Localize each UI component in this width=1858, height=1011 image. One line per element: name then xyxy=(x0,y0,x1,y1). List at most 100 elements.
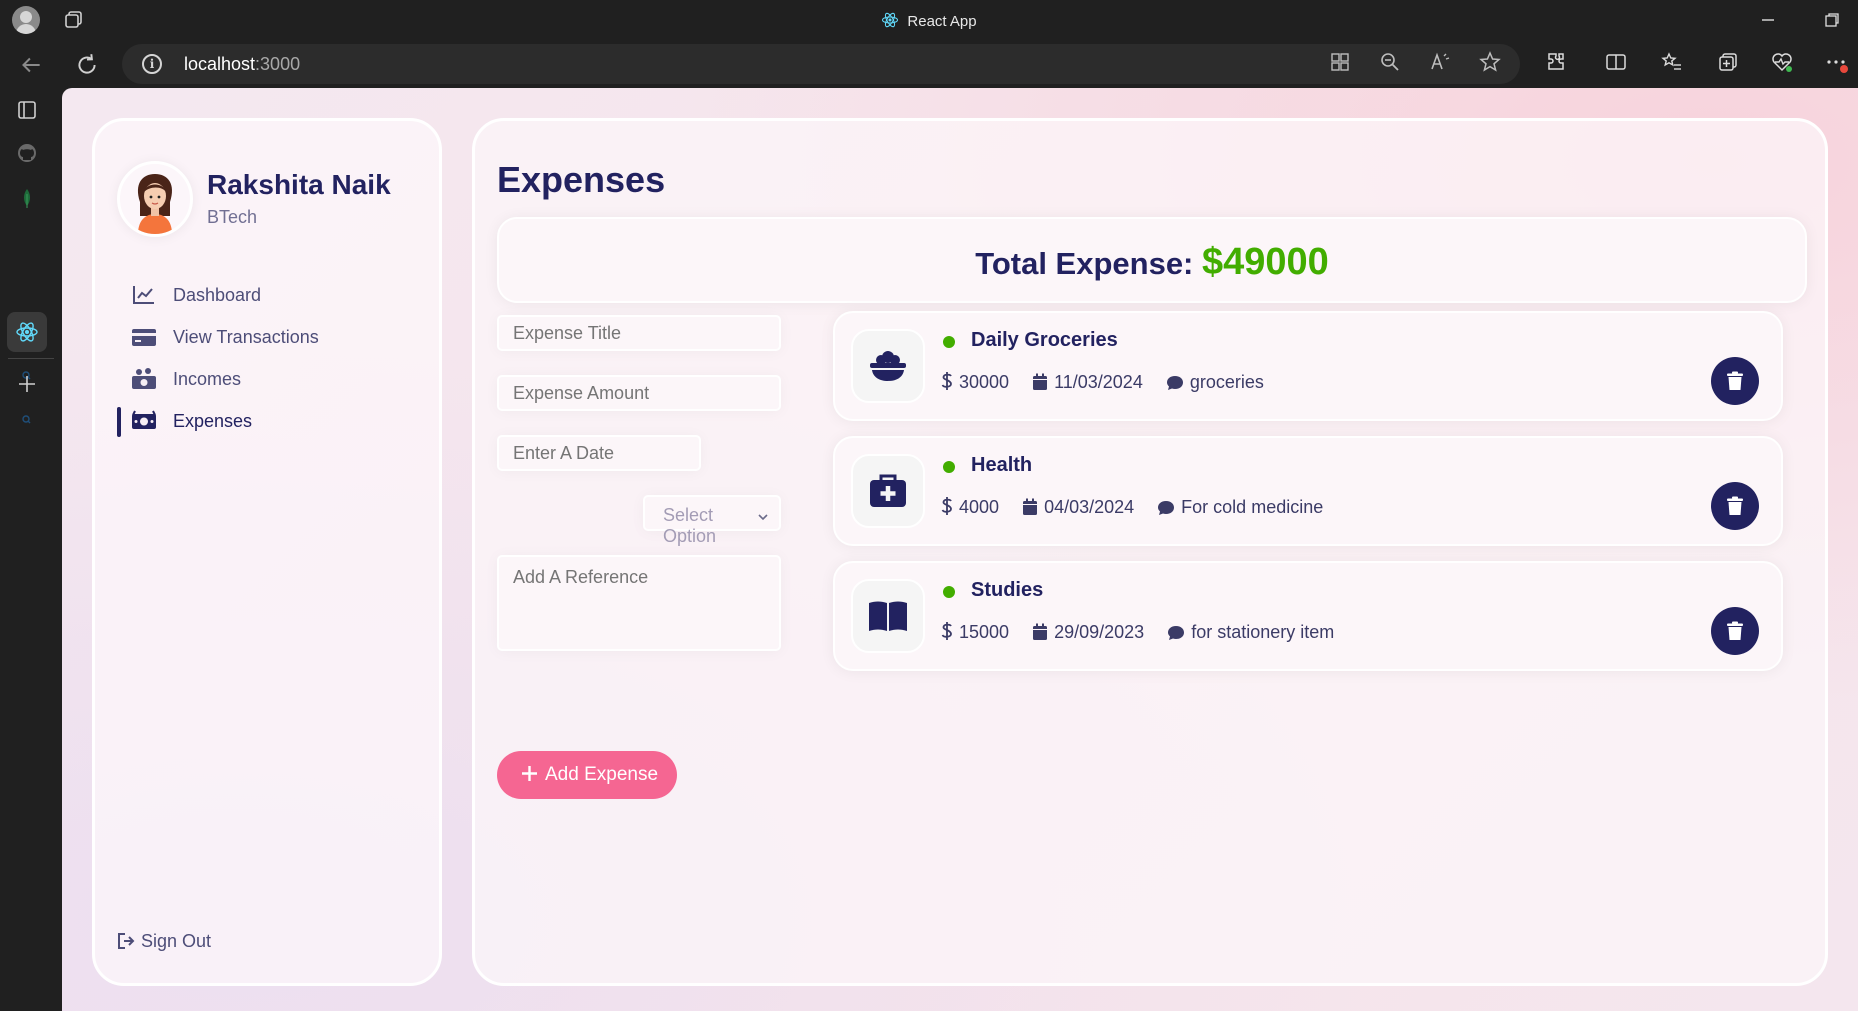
expense-amount: 30000 xyxy=(959,372,1010,393)
comment-icon xyxy=(1158,500,1175,515)
book-open-icon xyxy=(869,601,907,631)
window-title: React App xyxy=(0,11,1858,30)
expense-description: for stationery item xyxy=(1191,621,1335,642)
favorites-list-icon[interactable] xyxy=(1660,50,1684,74)
github-icon[interactable] xyxy=(15,141,39,165)
calendar-icon xyxy=(1023,498,1038,515)
expense-icon-box xyxy=(851,579,925,653)
total-expense-card: Total Expense: $49000 xyxy=(497,217,1807,303)
page-title: Expenses xyxy=(497,159,666,200)
avatar-illustration xyxy=(137,174,173,234)
expense-item: Health 4000 04/03/2024 For cold medicine xyxy=(833,436,1783,546)
user-title: BTech xyxy=(207,207,258,227)
expense-meta: 4000 04/03/2024 For cold medicine xyxy=(941,496,1341,518)
expense-icon-box xyxy=(851,454,925,528)
add-icon[interactable] xyxy=(15,372,39,396)
refresh-icon[interactable] xyxy=(74,52,100,78)
main-content: Expenses Total Expense: $49000 Select Op… xyxy=(472,118,1828,986)
trash-icon xyxy=(1727,371,1743,390)
minimize-icon[interactable] xyxy=(1756,8,1780,32)
trash-icon xyxy=(1727,496,1743,515)
money-bill-icon xyxy=(132,410,156,429)
browser-titlebar: React App xyxy=(0,0,1858,40)
dollar-icon xyxy=(941,372,952,391)
expense-title: Studies xyxy=(971,579,1044,601)
expense-date: 29/09/2023 xyxy=(1054,621,1145,642)
read-aloud-icon[interactable] xyxy=(1428,50,1452,74)
status-dot xyxy=(943,461,955,473)
expense-description: groceries xyxy=(1189,371,1264,392)
site-info-icon[interactable]: i xyxy=(142,54,162,74)
expense-item: Studies 15000 29/09/2023 for stationery … xyxy=(833,561,1783,671)
browser-toolbar: i localhost:3000 xyxy=(0,40,1858,88)
expense-meta: 30000 11/03/2024 groceries xyxy=(941,371,1282,393)
collections-icon[interactable] xyxy=(1716,50,1740,74)
url-host: localhost xyxy=(184,54,256,74)
dollar-icon xyxy=(941,497,952,516)
status-dot xyxy=(943,586,955,598)
trash-icon xyxy=(1727,621,1743,640)
delete-button[interactable] xyxy=(1711,607,1759,655)
expense-amount: 4000 xyxy=(959,497,1000,518)
nav-item-view-transactions[interactable]: View Transactions xyxy=(131,323,391,353)
favorite-star-icon[interactable] xyxy=(1478,50,1502,74)
search-tab-icon[interactable] xyxy=(15,408,39,432)
plus-icon xyxy=(522,766,537,781)
nav-item-label: View Transactions xyxy=(173,327,319,347)
sign-out-label: Sign Out xyxy=(141,931,212,951)
split-screen-icon[interactable] xyxy=(1604,50,1628,74)
nav-item-label: Incomes xyxy=(173,369,242,389)
bowl-food-icon xyxy=(870,351,906,381)
react-tab-icon[interactable] xyxy=(15,320,39,344)
browser-sidebar xyxy=(0,88,62,1011)
chevron-down-icon xyxy=(758,514,768,521)
sign-out-link[interactable]: Sign Out xyxy=(117,931,211,952)
nav-item-label: Dashboard xyxy=(173,285,262,305)
calendar-icon xyxy=(1033,623,1048,640)
react-logo-icon xyxy=(882,12,899,28)
expense-amount-input[interactable] xyxy=(497,375,781,411)
category-select[interactable]: Select Option xyxy=(643,495,781,546)
expense-amount: 15000 xyxy=(959,622,1010,643)
extensions-icon[interactable] xyxy=(1544,50,1568,74)
app-sidebar: Rakshita Naik BTech Dashboard View Trans… xyxy=(92,118,442,986)
medical-kit-icon xyxy=(870,474,906,507)
add-expense-label: Add Expense xyxy=(545,764,659,785)
zoom-out-icon[interactable] xyxy=(1378,50,1402,74)
workspaces-icon[interactable] xyxy=(15,98,39,122)
delete-button[interactable] xyxy=(1711,482,1759,530)
settings-more-icon[interactable] xyxy=(1824,50,1848,74)
comment-icon xyxy=(1166,375,1183,390)
nav-item-dashboard[interactable]: Dashboard xyxy=(131,281,391,311)
total-expense-label: Total Expense: xyxy=(975,246,1202,281)
nav-item-expenses[interactable]: Expenses xyxy=(117,407,391,437)
rail-divider xyxy=(8,358,54,359)
expense-date: 11/03/2024 xyxy=(1054,371,1143,392)
total-expense-text: Total Expense: $49000 xyxy=(499,241,1805,284)
browser-essentials-icon[interactable] xyxy=(1770,50,1794,74)
reference-textarea[interactable] xyxy=(497,555,781,651)
mongodb-leaf-icon[interactable] xyxy=(15,186,39,210)
money-bag-icon xyxy=(132,368,156,389)
url-text[interactable]: localhost:3000 xyxy=(184,54,300,75)
restore-icon[interactable] xyxy=(1820,8,1844,32)
expense-title: Health xyxy=(971,454,1033,476)
app-grid-icon[interactable] xyxy=(1328,50,1352,74)
add-expense-button[interactable]: Add Expense xyxy=(497,751,677,799)
expense-title: Daily Groceries xyxy=(971,329,1118,351)
dollar-icon xyxy=(941,622,952,641)
nav-item-incomes[interactable]: Incomes xyxy=(131,365,391,395)
address-bar[interactable]: i localhost:3000 xyxy=(122,44,1520,84)
window-title-text: React App xyxy=(907,13,977,30)
delete-button[interactable] xyxy=(1711,357,1759,405)
back-icon[interactable] xyxy=(18,52,44,78)
sign-out-icon xyxy=(118,933,135,949)
expense-title-input[interactable] xyxy=(497,315,781,351)
category-select-value: Select Option xyxy=(663,505,717,546)
credit-card-icon xyxy=(132,329,156,346)
chart-line-icon xyxy=(133,286,154,304)
date-input[interactable] xyxy=(497,435,701,471)
nav-item-label: Expenses xyxy=(173,411,253,431)
calendar-icon xyxy=(1033,373,1048,390)
avatar xyxy=(117,161,193,237)
